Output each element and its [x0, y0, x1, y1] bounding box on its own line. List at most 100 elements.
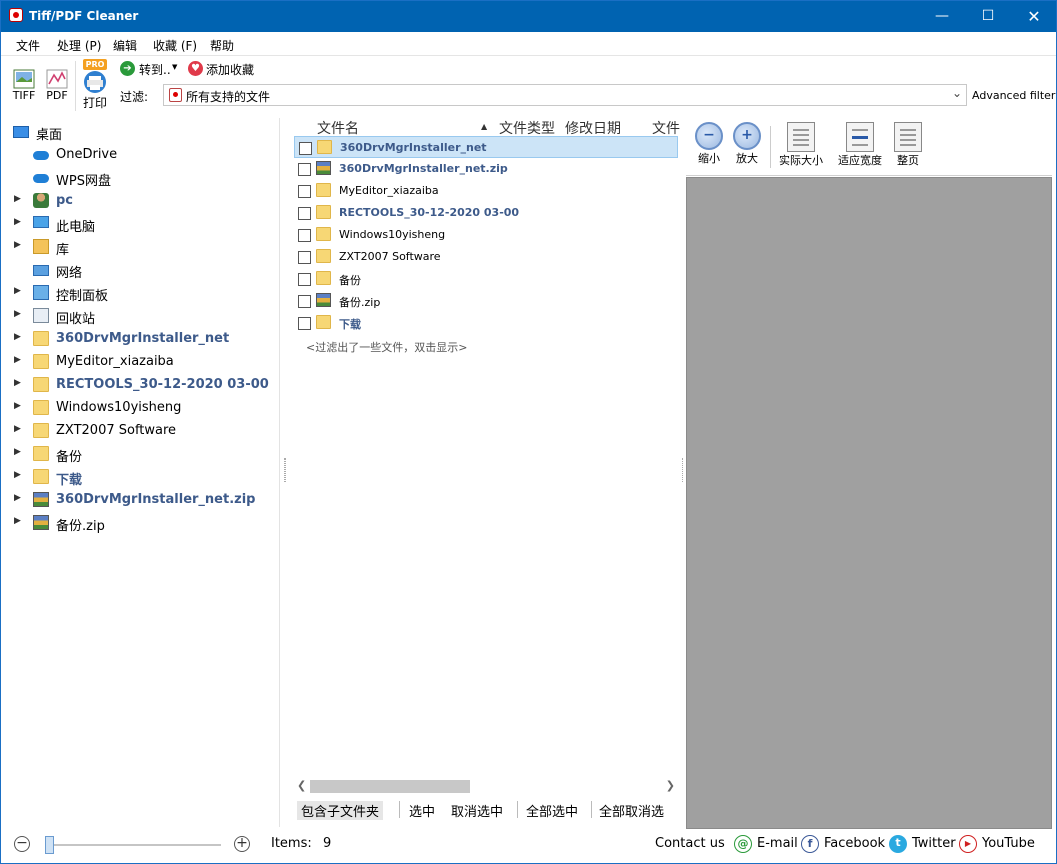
twitter-icon[interactable]: t — [889, 835, 907, 853]
horizontal-scrollbar[interactable]: ❮ ❯ — [294, 778, 678, 795]
tree-item[interactable]: ▶ 360DrvMgrInstaller_net.zip — [1, 489, 280, 511]
file-row[interactable]: MyEditor_xiazaiba — [294, 180, 678, 202]
zoom-minus-icon[interactable]: − — [14, 836, 30, 852]
tree-item[interactable]: ▶ ZXT2007 Software — [1, 420, 280, 442]
expand-arrow-icon[interactable]: ▶ — [14, 240, 21, 250]
tree-item[interactable]: ▶ 360DrvMgrInstaller_net — [1, 328, 280, 350]
expand-arrow-icon[interactable]: ▶ — [14, 194, 21, 204]
tiff-button[interactable]: TIFF — [11, 69, 37, 102]
row-checkbox[interactable] — [298, 251, 311, 264]
pdf-button[interactable]: PDF — [44, 69, 70, 102]
file-row[interactable]: 备份 — [294, 268, 678, 290]
tree-item[interactable]: ▶ Windows10yisheng — [1, 397, 280, 419]
scroll-right-icon[interactable]: ❯ — [666, 779, 675, 792]
column-file[interactable]: 文件 — [652, 118, 680, 138]
menu-edit[interactable]: 编辑 — [113, 37, 137, 54]
tree-item[interactable]: 网络 — [1, 259, 280, 281]
row-checkbox[interactable] — [298, 295, 311, 308]
tree-item[interactable]: ▶ pc — [1, 190, 280, 212]
expand-arrow-icon[interactable]: ▶ — [14, 355, 21, 365]
expand-arrow-icon[interactable]: ▶ — [14, 516, 21, 526]
maximize-button[interactable]: ☐ — [965, 1, 1011, 32]
minimize-button[interactable]: — — [919, 1, 965, 32]
file-row[interactable]: ZXT2007 Software — [294, 246, 678, 268]
scroll-thumb[interactable] — [310, 780, 470, 793]
print-button[interactable]: PRO 打印 — [79, 59, 111, 111]
tree-item[interactable]: ▶ RECTOOLS_30-12-2020 03-00 — [1, 374, 280, 396]
filter-hint[interactable]: <过滤出了一些文件，双击显示> — [306, 339, 467, 355]
tree-item[interactable]: OneDrive — [1, 144, 280, 166]
row-checkbox[interactable] — [298, 185, 311, 198]
expand-arrow-icon[interactable]: ▶ — [14, 286, 21, 296]
youtube-icon[interactable]: ▶ — [959, 835, 977, 853]
deselect-button[interactable]: 取消选中 — [451, 801, 503, 820]
left-splitter[interactable] — [281, 118, 291, 827]
file-row[interactable]: 360DrvMgrInstaller_net.zip — [294, 158, 678, 180]
file-row[interactable]: 360DrvMgrInstaller_net — [294, 136, 678, 158]
zoom-plus-icon[interactable]: + — [234, 836, 250, 852]
expand-arrow-icon[interactable]: ▶ — [14, 447, 21, 457]
tree-item[interactable]: ▶ 回收站 — [1, 305, 280, 327]
expand-arrow-icon[interactable]: ▶ — [14, 470, 21, 480]
menu-favorites[interactable]: 收藏 (F) — [153, 37, 197, 54]
file-type-icon — [169, 88, 182, 102]
tree-item[interactable]: ▶ 控制面板 — [1, 282, 280, 304]
title-bar[interactable]: Tiff/PDF Cleaner — ☐ ✕ — [1, 1, 1056, 32]
facebook-link[interactable]: Facebook — [824, 836, 885, 851]
tree-item[interactable]: ▶ 下载 — [1, 466, 280, 488]
email-icon[interactable]: @ — [734, 835, 752, 853]
scroll-left-icon[interactable]: ❮ — [297, 779, 306, 792]
filter-dropdown[interactable]: 所有支持的文件 ⌄ — [163, 84, 967, 106]
tree-item[interactable]: WPS网盘 — [1, 167, 280, 189]
fit-width-button[interactable]: 适应宽度 — [834, 122, 886, 168]
email-link[interactable]: E-mail — [757, 836, 798, 851]
column-name[interactable]: 文件名 — [317, 118, 359, 138]
tree-item[interactable]: ▶ MyEditor_xiazaiba — [1, 351, 280, 373]
column-type[interactable]: 文件类型 — [499, 118, 555, 138]
expand-arrow-icon[interactable]: ▶ — [14, 332, 21, 342]
full-page-button[interactable]: 整页 — [891, 122, 925, 168]
expand-arrow-icon[interactable]: ▶ — [14, 309, 21, 319]
zip-icon — [33, 492, 49, 507]
file-row[interactable]: Windows10yisheng — [294, 224, 678, 246]
select-button[interactable]: 选中 — [409, 801, 435, 820]
advanced-filter-link[interactable]: Advanced filter — [972, 89, 1055, 102]
tree-item[interactable]: ▶ 库 — [1, 236, 280, 258]
tree-item[interactable]: ▶ 此电脑 — [1, 213, 280, 235]
tree-item[interactable]: ▶ 备份.zip — [1, 512, 280, 534]
row-checkbox[interactable] — [298, 317, 311, 330]
column-modified[interactable]: 修改日期 — [565, 118, 621, 138]
row-checkbox[interactable] — [298, 163, 311, 176]
tree-item[interactable]: 桌面 — [1, 121, 280, 143]
expand-arrow-icon[interactable]: ▶ — [14, 424, 21, 434]
file-row[interactable]: RECTOOLS_30-12-2020 03-00 — [294, 202, 678, 224]
row-checkbox[interactable] — [298, 273, 311, 286]
actual-size-button[interactable]: 实际大小 — [775, 122, 827, 168]
menu-process[interactable]: 处理 (P) — [57, 37, 101, 54]
deselect-all-button[interactable]: 全部取消选 — [599, 801, 664, 820]
youtube-link[interactable]: YouTube — [982, 836, 1035, 851]
preview-canvas[interactable] — [686, 177, 1052, 829]
row-checkbox[interactable] — [298, 229, 311, 242]
zoom-in-button[interactable]: + 放大 — [732, 122, 762, 166]
file-row[interactable]: 下载 — [294, 312, 678, 334]
include-subfolders-button[interactable]: 包含子文件夹 — [297, 801, 384, 820]
file-row[interactable]: 备份.zip — [294, 290, 678, 312]
select-all-button[interactable]: 全部选中 — [526, 801, 578, 820]
twitter-link[interactable]: Twitter — [912, 836, 956, 851]
zoom-out-button[interactable]: − 缩小 — [694, 122, 724, 166]
add-favorite-button[interactable]: ♥ 添加收藏 — [188, 61, 268, 79]
menu-help[interactable]: 帮助 — [210, 37, 234, 54]
expand-arrow-icon[interactable]: ▶ — [14, 217, 21, 227]
expand-arrow-icon[interactable]: ▶ — [14, 493, 21, 503]
menu-file[interactable]: 文件 — [16, 37, 40, 54]
row-checkbox[interactable] — [298, 207, 311, 220]
expand-arrow-icon[interactable]: ▶ — [14, 401, 21, 411]
zoom-slider-knob[interactable] — [45, 836, 54, 854]
tree-item[interactable]: ▶ 备份 — [1, 443, 280, 465]
close-button[interactable]: ✕ — [1011, 1, 1056, 32]
row-checkbox[interactable] — [299, 142, 312, 155]
expand-arrow-icon[interactable]: ▶ — [14, 378, 21, 388]
facebook-icon[interactable]: f — [801, 835, 819, 853]
zoom-slider[interactable] — [45, 836, 221, 854]
